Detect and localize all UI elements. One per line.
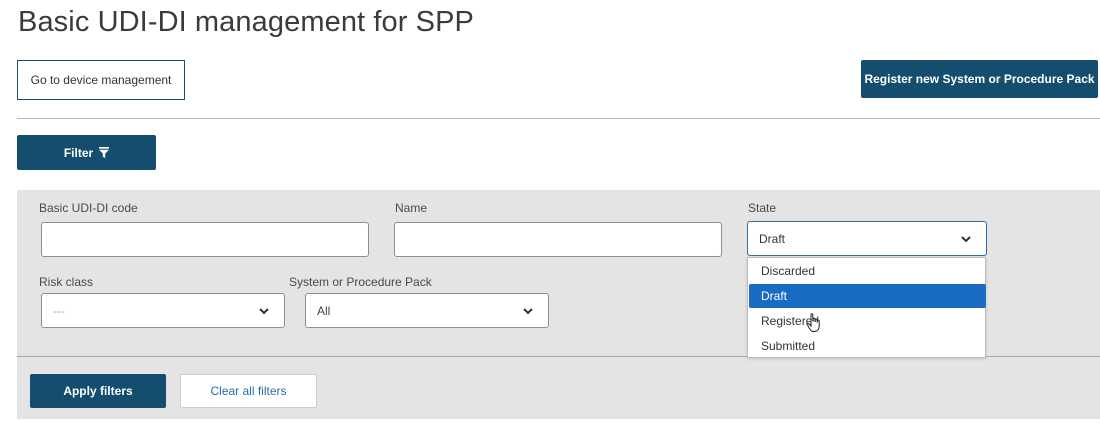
header-divider xyxy=(17,118,1100,119)
clear-all-filters-button[interactable]: Clear all filters xyxy=(180,374,317,408)
state-option-registered[interactable]: Registered xyxy=(749,309,986,333)
chevron-down-icon xyxy=(259,308,269,315)
apply-filters-button[interactable]: Apply filters xyxy=(30,374,166,408)
state-option-submitted[interactable]: Submitted xyxy=(749,334,986,358)
system-or-procedure-pack-select[interactable]: All xyxy=(305,293,549,328)
state-dropdown-list: Discarded Draft Registered Submitted xyxy=(747,257,986,358)
page-title: Basic UDI-DI management for SPP xyxy=(18,6,474,38)
state-selected-value: Draft xyxy=(759,231,786,246)
basic-udi-di-code-input[interactable] xyxy=(41,222,369,257)
risk-class-selected-value: --- xyxy=(53,303,65,318)
state-label: State xyxy=(748,201,777,215)
filter-toggle-button[interactable]: Filter xyxy=(17,135,156,170)
state-select[interactable]: Draft xyxy=(747,221,987,256)
system-or-procedure-pack-selected-value: All xyxy=(317,303,331,318)
hand-pointer-icon xyxy=(806,313,820,332)
chevron-down-icon xyxy=(523,308,533,315)
go-to-device-management-button[interactable]: Go to device management xyxy=(17,60,185,100)
name-input[interactable] xyxy=(394,222,722,257)
state-option-discarded[interactable]: Discarded xyxy=(749,259,986,283)
state-option-draft[interactable]: Draft xyxy=(749,284,986,308)
name-label: Name xyxy=(395,201,428,215)
filter-toggle-label: Filter xyxy=(63,145,94,160)
chevron-down-icon xyxy=(961,236,971,243)
risk-class-label: Risk class xyxy=(39,275,94,289)
basic-udi-di-code-label: Basic UDI-DI code xyxy=(39,201,138,215)
system-or-procedure-pack-label: System or Procedure Pack xyxy=(289,275,432,289)
risk-class-select[interactable]: --- xyxy=(41,293,285,328)
register-system-or-procedure-pack-button[interactable]: Register new System or Procedure Pack xyxy=(861,60,1098,98)
funnel-icon xyxy=(99,147,110,158)
